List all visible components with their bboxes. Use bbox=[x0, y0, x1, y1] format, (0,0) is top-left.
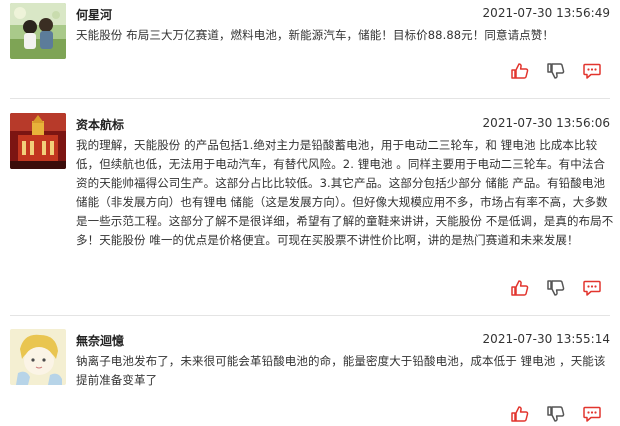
comment-item: 無奈迴憶 2021-07-30 13:55:14 钠离子电池发布了，未来很可能会… bbox=[0, 326, 620, 426]
like-button[interactable] bbox=[502, 60, 538, 82]
like-button[interactable] bbox=[502, 403, 538, 425]
like-button[interactable] bbox=[502, 277, 538, 299]
reply-icon bbox=[583, 406, 601, 422]
username[interactable]: 资本航标 bbox=[76, 116, 124, 133]
avatar[interactable] bbox=[10, 113, 66, 169]
comment-item: 资本航标 2021-07-30 13:56:06 我的理解，天能股份 的产品包括… bbox=[0, 110, 620, 304]
reply-icon bbox=[583, 280, 601, 296]
username[interactable]: 無奈迴憶 bbox=[76, 332, 124, 349]
comment-actions bbox=[502, 403, 610, 425]
dislike-button[interactable] bbox=[538, 403, 574, 425]
comment-text: 天能股份 布局三大万亿赛道，燃料电池，新能源汽车，储能！目标价88.88元！同意… bbox=[76, 28, 554, 42]
comment-time: 2021-07-30 13:56:06 bbox=[482, 116, 610, 130]
comment-item: 何星河 2021-07-30 13:56:49 天能股份 布局三大万亿赛道，燃料… bbox=[0, 0, 620, 90]
avatar[interactable] bbox=[10, 329, 66, 385]
reply-button[interactable] bbox=[574, 277, 610, 299]
divider bbox=[10, 98, 610, 99]
thumbs-down-icon bbox=[547, 280, 565, 296]
comment-actions bbox=[502, 60, 610, 82]
reply-icon bbox=[583, 63, 601, 79]
divider bbox=[10, 315, 610, 316]
thumbs-up-icon bbox=[511, 63, 529, 79]
reply-button[interactable] bbox=[574, 403, 610, 425]
reply-button[interactable] bbox=[574, 60, 610, 82]
comment-actions bbox=[502, 277, 610, 299]
dislike-button[interactable] bbox=[538, 60, 574, 82]
avatar[interactable] bbox=[10, 3, 66, 59]
thumbs-down-icon bbox=[547, 406, 565, 422]
dislike-button[interactable] bbox=[538, 277, 574, 299]
thumbs-up-icon bbox=[511, 406, 529, 422]
comment-text: 钠离子电池发布了，未来很可能会革铅酸电池的命，能量密度大于铅酸电池，成本低于 锂… bbox=[76, 354, 606, 387]
thumbs-up-icon bbox=[511, 280, 529, 296]
username[interactable]: 何星河 bbox=[76, 6, 112, 23]
comment-text: 我的理解，天能股份 的产品包括1.绝对主力是铅酸蓄电池，用于电动二三轮车，和 锂… bbox=[76, 138, 614, 247]
comment-time: 2021-07-30 13:56:49 bbox=[482, 6, 610, 20]
thumbs-down-icon bbox=[547, 63, 565, 79]
comment-time: 2021-07-30 13:55:14 bbox=[482, 332, 610, 346]
